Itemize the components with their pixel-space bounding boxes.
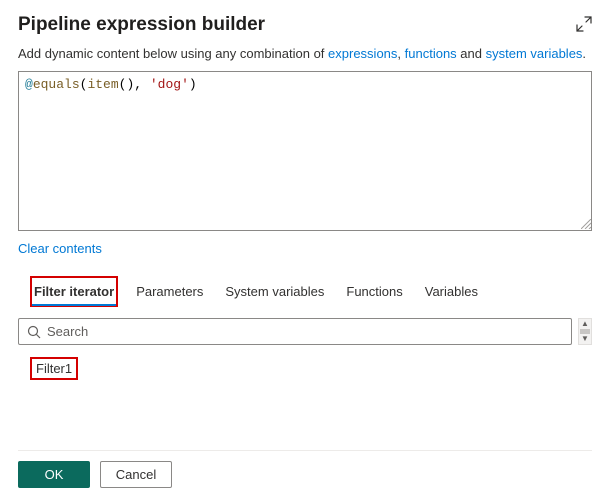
expand-icon[interactable] [576, 16, 592, 35]
tab-parameters[interactable]: Parameters [134, 278, 205, 305]
cancel-button[interactable]: Cancel [100, 461, 172, 488]
subtitle-text: Add dynamic content below using any comb… [18, 46, 328, 61]
expression-editor[interactable]: @equals(item(), 'dog') [18, 71, 592, 231]
tab-filter-iterator[interactable]: Filter iterator [32, 278, 116, 305]
list-item[interactable]: Filter1 [32, 359, 76, 378]
tab-variables[interactable]: Variables [423, 278, 480, 305]
clear-contents-link[interactable]: Clear contents [18, 241, 102, 256]
scroll-down-icon[interactable]: ▼ [581, 335, 589, 343]
ok-button[interactable]: OK [18, 461, 90, 488]
functions-link[interactable]: functions [405, 46, 457, 61]
search-icon [27, 325, 41, 339]
scroll-up-icon[interactable]: ▲ [581, 320, 589, 328]
tabs: Filter iterator Parameters System variab… [18, 278, 480, 306]
tab-functions[interactable]: Functions [344, 278, 404, 305]
search-field[interactable] [18, 318, 572, 345]
item-list: Filter1 [18, 359, 592, 378]
scrollbar[interactable]: ▲ ▼ [578, 318, 592, 345]
expressions-link[interactable]: expressions [328, 46, 397, 61]
tab-system-variables[interactable]: System variables [223, 278, 326, 305]
search-input[interactable] [47, 324, 563, 339]
subtitle: Add dynamic content below using any comb… [18, 46, 592, 61]
system-variables-link[interactable]: system variables [486, 46, 583, 61]
page-title: Pipeline expression builder [18, 14, 265, 36]
